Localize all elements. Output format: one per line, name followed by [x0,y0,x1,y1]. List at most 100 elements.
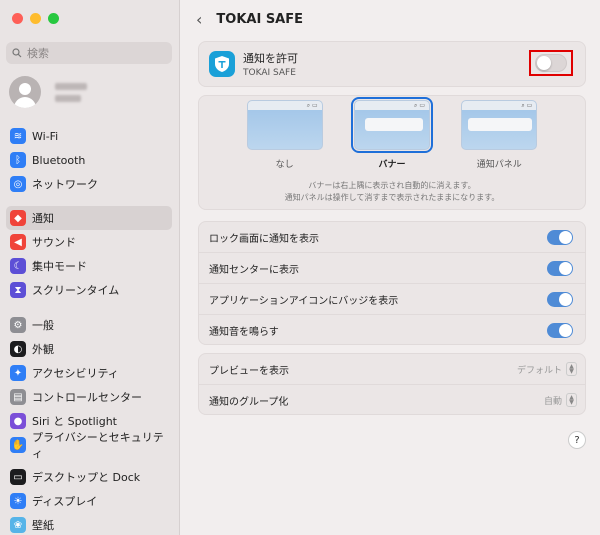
style-description-line2: 通知パネルは操作して消すまで表示されたままになります。 [284,193,500,202]
style-preview-panel: ⌕ ▭ [461,100,538,150]
option-label: 通知センターに表示 [209,264,299,276]
style-description: バナーは右上隅に表示され自動的に消えます。 通知パネルは操作して消すまで表示され… [199,180,585,204]
sidebar-group: ⚙ 一般 ◐ 外観 ✦ アクセシビリティ ▤ コントロールセンター ● Siri と Spotli… [6,313,172,460]
option-label: 通知音を鳴らす [209,327,279,338]
dock-icon: ▭ [10,469,26,485]
back-chevron-icon[interactable]: ‹ [196,10,202,29]
allow-notifications-card: 通知を許可 TOKAI SAFE [198,41,586,87]
hourglass-icon: ⧗ [10,282,26,298]
style-label-none: なし [275,160,294,170]
search-placeholder: 検索 [27,47,49,60]
sidebar-item[interactable]: ◐ 外観 [6,337,172,361]
close-button[interactable] [12,13,23,24]
preview-select-value: デフォルト [516,365,562,376]
sidebar-item[interactable]: ▭ デスクトップと Dock [6,465,172,489]
option-label: ロック画面に通知を表示 [209,233,319,245]
style-label-banner: バナー [378,160,406,170]
notification-options-card: ロック画面に通知を表示 通知センターに表示 アプリケーションアイコンにバッジを表… [198,221,586,345]
siri-icon: ● [10,413,26,429]
sidebar-item-label: デスクトップと Dock [32,471,141,484]
search-field[interactable]: 検索 [6,42,172,64]
control-center-icon: ▤ [10,389,26,405]
sidebar-item-label: Bluetooth [32,153,86,167]
sidebar-item-label: 壁紙 [32,519,54,532]
style-option-none[interactable]: ⌕ ▭ なし [246,100,323,170]
sidebar-item[interactable]: ☾ 集中モード [6,254,172,278]
grouping-select-value: 自動 [543,396,562,407]
sidebar-item-label: Siri と Spotlight [32,415,117,428]
preview-grouping-card: プレビューを表示 デフォルト ▲ ▼ 通知のグループ化 自動 ▲ ▼ [198,353,586,415]
sidebar-item-label: アクセシビリティ [32,367,119,380]
appearance-icon: ◐ [10,341,26,357]
sidebar-item[interactable]: ⧗ スクリーンタイム [6,278,172,302]
option-row-notification-center: 通知センターに表示 [199,253,585,284]
updown-chevron-icon: ▲ ▼ [566,393,577,407]
sidebar-item-label: コントロールセンター [32,391,142,404]
grouping-select[interactable]: 自動 ▲ ▼ [544,393,577,407]
account-name-redacted [55,82,87,102]
search-icon [12,48,22,58]
account-row[interactable] [9,76,87,108]
sidebar-item-label: 通知 [32,212,54,225]
sidebar-item-label: 外観 [32,343,54,356]
preview-select[interactable]: デフォルト ▲ ▼ [517,362,577,376]
sidebar-group: ≋ Wi-Fi ᛒ Bluetooth ◎ ネットワーク [6,124,172,196]
settings-window: 検索 ≋ Wi-Fi ᛒ Bluetooth ◎ ネットワーク ◆ 通知 ◀ サウンド ☾ 集中モード… [0,0,600,535]
sun-icon: ☀ [10,493,26,509]
sidebar-item-label: Wi-Fi [32,129,59,143]
option-row-sound: 通知音を鳴らす [199,315,585,346]
allow-notifications-toggle[interactable] [535,54,567,72]
avatar [9,76,41,108]
help-button[interactable]: ? [568,431,586,449]
sidebar-item[interactable]: ❀ 壁紙 [6,513,172,535]
sidebar-item[interactable]: ᛒ Bluetooth [6,148,172,172]
sidebar-group: ◆ 通知 ◀ サウンド ☾ 集中モード ⧗ スクリーンタイム [6,206,172,302]
sidebar-item-label: スクリーンタイム [32,284,120,297]
minimize-button[interactable] [30,13,41,24]
sidebar-item-label: ネットワーク [32,178,98,191]
style-preview-banner: ⌕ ▭ [350,97,433,153]
sidebar-item[interactable]: ✦ アクセシビリティ [6,361,172,385]
sound-toggle[interactable] [547,323,573,338]
window-controls [12,13,59,24]
lock-screen-toggle[interactable] [547,230,573,245]
hand-icon: ✋ [10,437,26,453]
sidebar-item[interactable]: ≋ Wi-Fi [6,124,172,148]
sidebar-item[interactable]: ✋ プライバシーとセキュリティ [6,431,172,460]
style-option-panel[interactable]: ⌕ ▭ 通知パネル [461,100,538,170]
sidebar-item[interactable]: ◀ サウンド [6,230,172,254]
option-row-badge: アプリケーションアイコンにバッジを表示 [199,284,585,315]
tokai-safe-app-icon [209,51,235,77]
sidebar-item[interactable]: ⚙ 一般 [6,313,172,337]
sidebar-item[interactable]: ▤ コントロールセンター [6,385,172,409]
style-option-banner[interactable]: ⌕ ▭ バナー [350,97,433,170]
zoom-button[interactable] [48,13,59,24]
notification-style-card: ⌕ ▭ なし ⌕ ▭ バナー ⌕ ▭ 通知パネル バナーは右上隅に表示され自動的… [198,95,586,210]
notification-center-toggle[interactable] [547,261,573,276]
sidebar-item[interactable]: ◆ 通知 [6,206,172,230]
select-label: 通知のグループ化 [209,397,289,408]
moon-icon: ☾ [10,258,26,274]
bluetooth-icon: ᛒ [10,152,26,168]
updown-chevron-icon: ▲ ▼ [566,362,577,376]
option-row-lock-screen: ロック画面に通知を表示 [199,222,585,253]
sidebar-item-label: プライバシーとセキュリティ [32,431,164,460]
toolbar: ‹ TOKAI SAFE [196,10,303,29]
option-label: アプリケーションアイコンにバッジを表示 [209,295,399,307]
sidebar-item[interactable]: ☀ ディスプレイ [6,489,172,513]
accessibility-icon: ✦ [10,365,26,381]
wifi-icon: ≋ [10,128,26,144]
select-row-grouping: 通知のグループ化 自動 ▲ ▼ [199,385,585,416]
badge-toggle[interactable] [547,292,573,307]
sidebar-item-label: 集中モード [32,260,87,273]
wallpaper-icon: ❀ [10,517,26,533]
select-row-preview: プレビューを表示 デフォルト ▲ ▼ [199,354,585,385]
main-pane: ‹ TOKAI SAFE 通知を許可 TOKAI SAFE ⌕ ▭ なし ⌕ ▭… [180,0,600,535]
allow-notifications-label: 通知を許可 [243,52,298,65]
app-name: TOKAI SAFE [243,68,296,78]
style-preview-none: ⌕ ▭ [246,100,323,150]
bell-icon: ◆ [10,210,26,226]
select-label: プレビューを表示 [209,365,289,377]
toggle-highlight-box [529,50,573,76]
sidebar-item[interactable]: ◎ ネットワーク [6,172,172,196]
